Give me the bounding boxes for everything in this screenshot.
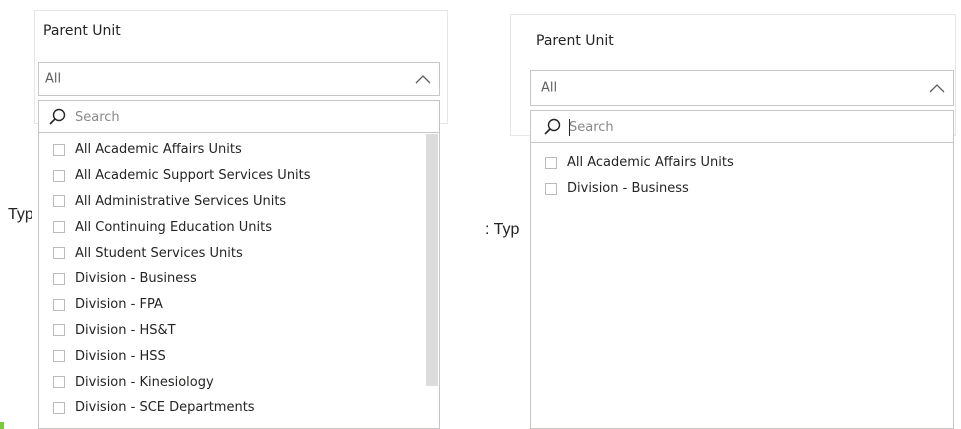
search-icon [544,118,561,135]
background-accent-mark [0,422,4,429]
search-box [39,101,439,133]
dropdown-selected-value: All [45,71,62,87]
search-box [531,111,953,143]
checkbox-icon[interactable] [53,247,65,260]
slicer-title: Parent Unit [43,23,121,39]
search-icon [49,108,66,125]
list-item[interactable]: Division - SCE Departments [39,395,439,421]
list-item[interactable]: Division - Business [39,266,439,292]
options-list: All Academic Affairs Units All Academic … [39,137,439,421]
chevron-up-icon[interactable] [929,83,945,93]
list-item-label: All Student Services Units [75,245,243,261]
checkbox-icon[interactable] [53,272,65,285]
list-item-label: All Continuing Education Units [75,219,273,235]
list-item[interactable]: All Student Services Units [39,240,439,266]
checkbox-icon[interactable] [545,182,557,195]
checkbox-icon[interactable] [53,401,65,414]
checkbox-icon[interactable] [53,169,65,182]
list-item[interactable]: All Administrative Services Units [39,189,439,215]
checkbox-icon[interactable] [53,298,65,311]
list-scrollbar[interactable] [426,134,438,386]
background-label: Typ [8,206,32,223]
checkbox-icon[interactable] [53,324,65,337]
list-item-label: Division - Business [567,181,689,197]
dropdown-list-panel: All Academic Affairs Units Division - Bu… [530,110,954,429]
list-item-label: All Academic Affairs Units [567,155,734,171]
checkbox-icon[interactable] [53,376,65,389]
dropdown-selected-value: All [541,80,558,96]
list-item-label: Division - FPA [75,297,163,313]
checkbox-icon[interactable] [53,143,65,156]
checkbox-icon[interactable] [53,195,65,208]
chevron-up-icon[interactable] [415,74,431,84]
list-item-label: Division - SCE Departments [75,400,255,416]
list-item-label: All Academic Support Services Units [75,168,311,184]
checkbox-icon[interactable] [545,156,557,169]
checkbox-icon[interactable] [53,221,65,234]
search-input[interactable] [75,107,431,127]
dropdown-list-panel: All Academic Affairs Units All Academic … [38,100,440,429]
list-item-label: Division - HSS [75,348,166,364]
list-item-label: Division - Kinesiology [75,374,214,390]
list-item[interactable]: Division - HSS [39,343,439,369]
list-item[interactable]: All Academic Affairs Units [531,150,953,176]
list-item[interactable]: All Continuing Education Units [39,214,439,240]
checkbox-icon[interactable] [53,350,65,363]
parent-unit-dropdown[interactable]: All [38,62,440,96]
list-item[interactable]: Division - Business [531,176,953,202]
text-caret [569,119,570,136]
list-item[interactable]: All Academic Affairs Units [39,137,439,163]
list-item[interactable]: Division - FPA [39,292,439,318]
list-item-label: Division - HS&T [75,322,176,338]
parent-unit-dropdown[interactable]: All [530,70,954,106]
search-input[interactable] [569,117,947,137]
options-list: All Academic Affairs Units Division - Bu… [531,150,953,202]
list-item-label: All Academic Affairs Units [75,142,242,158]
list-item[interactable]: Division - HS&T [39,318,439,344]
background-label: : Typ [485,221,520,238]
list-item-label: All Administrative Services Units [75,193,287,209]
list-item[interactable]: All Academic Support Services Units [39,163,439,189]
slicer-title: Parent Unit [536,33,614,49]
list-item-label: Division - Business [75,271,197,287]
list-item[interactable]: Division - Kinesiology [39,369,439,395]
